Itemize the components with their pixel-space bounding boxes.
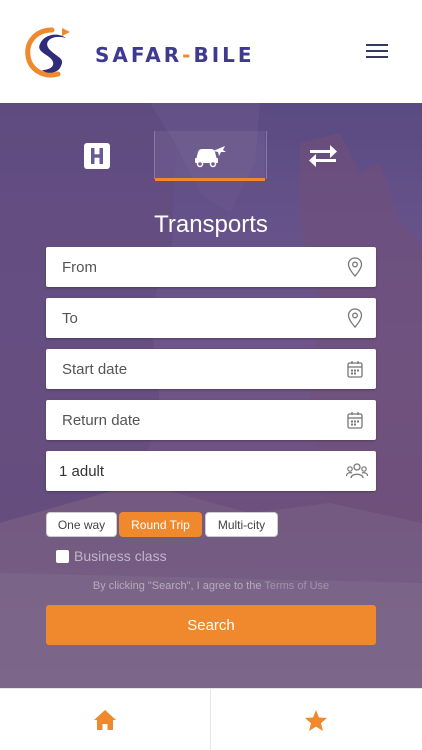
return-date-field[interactable]	[46, 400, 376, 440]
to-input[interactable]	[46, 298, 326, 338]
star-icon	[305, 709, 327, 731]
search-button[interactable]: Search	[46, 605, 376, 645]
business-class-label: Business class	[74, 548, 167, 564]
category-tabs	[42, 131, 378, 181]
start-date-field[interactable]	[46, 349, 376, 389]
brand-end: BILE	[193, 43, 255, 67]
return-date-input[interactable]	[46, 400, 326, 440]
from-input[interactable]	[46, 247, 326, 287]
app-header: SAFAR-BILE	[0, 0, 422, 103]
brand-name: SAFAR-BILE	[95, 43, 255, 67]
from-field[interactable]	[46, 247, 376, 287]
calendar-icon	[347, 361, 363, 378]
hamburger-icon	[366, 44, 388, 46]
hamburger-line	[366, 50, 388, 52]
safar-bile-logo-icon	[25, 27, 70, 78]
terms-text: By clicking "Search", I agree to the Ter…	[0, 580, 422, 592]
hamburger-line	[366, 56, 388, 58]
location-pin-icon	[347, 257, 363, 277]
calendar-icon	[347, 412, 363, 429]
business-class-checkbox[interactable]	[56, 550, 69, 563]
transport-icon	[195, 145, 226, 167]
home-icon	[94, 710, 116, 730]
round-trip-button[interactable]: Round Trip	[119, 512, 202, 537]
passengers-field[interactable]	[46, 451, 376, 491]
page-title: Transports	[154, 211, 268, 238]
tab-transports[interactable]	[155, 131, 265, 181]
tab-swap[interactable]	[268, 131, 378, 181]
to-field[interactable]	[46, 298, 376, 338]
search-hero: Transports From To Start date Return dat…	[0, 103, 422, 688]
terms-prefix: By clicking "Search", I agree to the	[92, 580, 262, 592]
one-way-button[interactable]: One way	[46, 512, 117, 537]
tab-divider	[266, 131, 267, 179]
nav-favorites[interactable]	[211, 689, 421, 750]
hamburger-menu-button[interactable]	[366, 40, 392, 62]
start-date-input[interactable]	[46, 349, 326, 389]
bottom-navigation	[0, 688, 422, 750]
location-pin-icon	[347, 308, 363, 328]
passengers-input[interactable]	[46, 451, 326, 491]
hotel-icon	[84, 143, 110, 169]
brand-main: SAFAR	[95, 43, 183, 67]
multi-city-button[interactable]: Multi-city	[205, 512, 278, 537]
people-icon	[346, 463, 368, 479]
nav-home[interactable]	[0, 689, 210, 750]
brand-dash: -	[182, 43, 194, 67]
swap-arrows-icon	[309, 145, 337, 167]
hero-overlay	[0, 103, 422, 688]
tab-hotels[interactable]	[42, 131, 152, 181]
terms-link[interactable]: Terms of Use	[264, 580, 329, 592]
